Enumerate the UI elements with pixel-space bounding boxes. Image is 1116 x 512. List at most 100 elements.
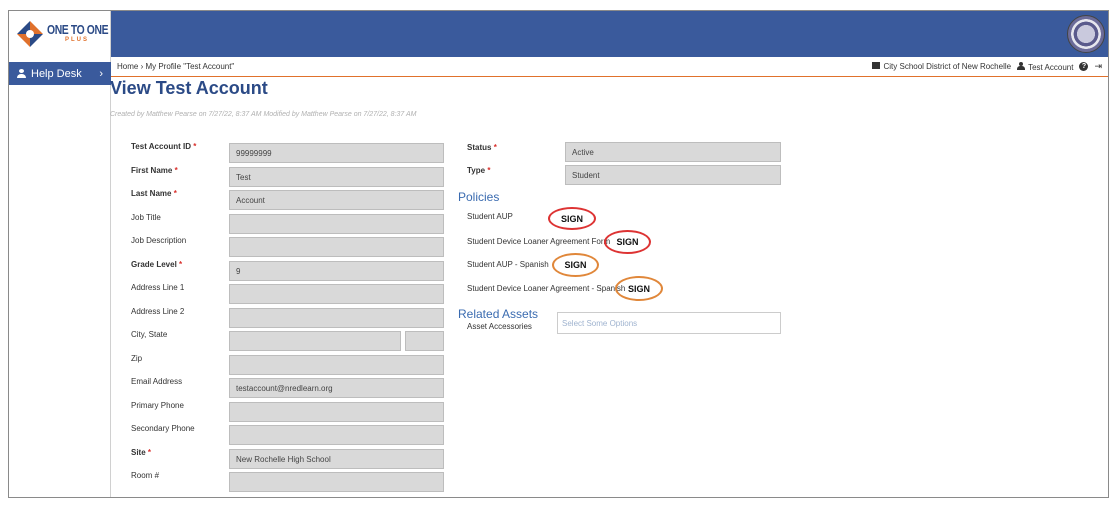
field-input[interactable]: New Rochelle High School [229, 449, 444, 469]
field-label-text: Grade Level [131, 260, 177, 269]
policy-label: Student Device Loaner Agreement - Spanis… [467, 284, 626, 293]
asset-accessories-select[interactable]: Select Some Options [557, 312, 781, 334]
field-label: Job Title [131, 213, 161, 222]
district-seal-icon[interactable] [1067, 15, 1105, 53]
field-input[interactable] [229, 214, 444, 234]
field-input[interactable] [229, 355, 444, 375]
logo-icon [17, 21, 43, 47]
field-label: Grade Level * [131, 260, 182, 269]
field-input[interactable] [229, 402, 444, 422]
field-value: testaccount@nredlearn.org [236, 383, 333, 393]
field-label: Address Line 2 [131, 307, 184, 316]
chevron-right-icon: › [99, 67, 103, 80]
breadcrumb[interactable]: Home › My Profile "Test Account" [117, 62, 234, 71]
logo[interactable]: ONE TO ONE PLUS [9, 11, 111, 57]
field-label-text: Job Title [131, 213, 161, 222]
field-input[interactable] [229, 308, 444, 328]
building-icon [872, 62, 881, 69]
policies-heading: Policies [458, 190, 500, 204]
audit-meta: Created by Matthew Pearse on 7/27/22, 8:… [110, 111, 417, 118]
field-input[interactable] [229, 237, 444, 257]
field-label: Type * [467, 166, 490, 175]
field-label: Site * [131, 448, 151, 457]
field-label-text: Site [131, 448, 146, 457]
field-label-text: Address Line 2 [131, 307, 185, 316]
field-label: Secondary Phone [131, 424, 195, 433]
required-marker: * [179, 260, 183, 269]
field-value: Account [236, 195, 265, 205]
field-value: Student [572, 170, 600, 180]
field-label-text: Address Line 1 [131, 283, 185, 292]
policy-label: Student AUP - Spanish [467, 260, 549, 269]
required-marker: * [487, 166, 491, 175]
user-name: Test Account [1028, 62, 1074, 72]
sidebar-item-help-desk[interactable]: Help Desk › [9, 62, 111, 85]
field-input[interactable] [229, 425, 444, 445]
required-marker: * [174, 166, 178, 175]
field-input[interactable] [229, 472, 444, 492]
header-right-info: City School District of New Rochelle Tes… [872, 61, 1108, 72]
person-icon [17, 69, 26, 78]
required-marker: * [173, 189, 177, 198]
user-menu[interactable]: Test Account [1017, 61, 1074, 72]
field-input[interactable]: testaccount@nredlearn.org [229, 378, 444, 398]
field-input[interactable] [229, 284, 444, 304]
user-icon [1017, 61, 1026, 70]
field-label-text: Status [467, 143, 492, 152]
field-label: Job Description [131, 236, 186, 245]
sign-button[interactable]: SIGN [552, 253, 599, 277]
field-label: Room # [131, 471, 159, 480]
sidebar-item-label: Help Desk [31, 67, 82, 80]
field-label-text: Type [467, 166, 486, 175]
policy-label: Student AUP [467, 212, 513, 221]
top-header: ONE TO ONE PLUS [9, 11, 1108, 57]
field-value: New Rochelle High School [236, 454, 331, 464]
field-label-text: Last Name [131, 189, 172, 198]
field-label: Primary Phone [131, 401, 184, 410]
field-input[interactable] [229, 331, 401, 351]
field-label-text: Zip [131, 354, 143, 363]
field-value: 9 [236, 266, 241, 276]
field-input[interactable]: Student [565, 165, 781, 185]
logo-text: ONE TO ONE [47, 22, 109, 37]
district-link[interactable]: City School District of New Rochelle [872, 62, 1011, 71]
field-input[interactable]: Account [229, 190, 444, 210]
related-assets-heading: Related Assets [458, 307, 539, 321]
field-label-text: Test Account ID [131, 142, 192, 151]
required-marker: * [493, 143, 497, 152]
field-label-text: Secondary Phone [131, 424, 195, 433]
field-label-text: City, State [131, 330, 168, 339]
field-label-text: Room # [131, 471, 160, 480]
field-input[interactable]: 99999999 [229, 143, 444, 163]
field-input[interactable]: Active [565, 142, 781, 162]
field-label: Last Name * [131, 189, 177, 198]
asset-accessories-label: Asset Accessories [467, 322, 532, 331]
logout-icon[interactable]: ⇥ [1094, 61, 1102, 72]
field-value: Active [572, 147, 594, 157]
field-label: City, State [131, 330, 167, 339]
field-label: First Name * [131, 166, 178, 175]
breadcrumb-bar: Home › My Profile "Test Account" City Sc… [111, 57, 1108, 77]
field-label: Address Line 1 [131, 283, 184, 292]
field-value: 99999999 [236, 148, 272, 158]
asset-accessories-placeholder: Select Some Options [562, 318, 638, 328]
sign-button[interactable]: SIGN [548, 207, 596, 230]
required-marker: * [147, 448, 152, 457]
field-input[interactable]: 9 [229, 261, 444, 281]
sign-button[interactable]: SIGN [615, 276, 663, 301]
policy-label: Student Device Loaner Agreement Form [467, 237, 611, 246]
field-label-text: Email Address [131, 377, 183, 386]
required-marker: * [193, 142, 197, 151]
state-input[interactable] [405, 331, 444, 351]
sidebar: Help Desk › [9, 57, 111, 497]
help-icon[interactable]: ? [1079, 62, 1089, 71]
district-name: City School District of New Rochelle [883, 62, 1012, 71]
field-value: Test [236, 172, 251, 182]
field-label: Test Account ID * [131, 142, 196, 151]
field-label: Status * [467, 143, 497, 152]
field-label: Zip [131, 354, 142, 363]
field-input[interactable]: Test [229, 167, 444, 187]
sign-button[interactable]: SIGN [604, 230, 651, 254]
page-title: View Test Account [110, 78, 268, 98]
field-label: Email Address [131, 377, 182, 386]
